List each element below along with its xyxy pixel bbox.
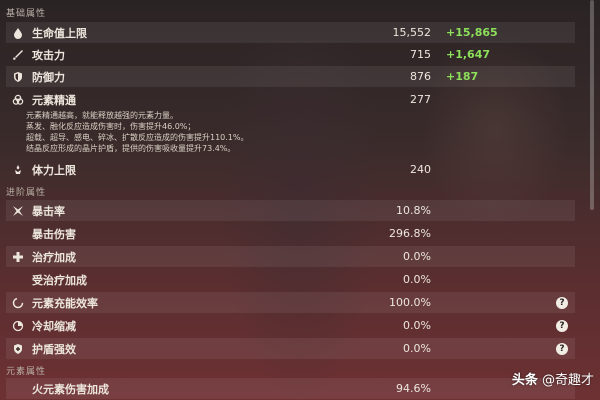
stat-value: 0.0%	[403, 319, 431, 332]
stat-row-shield: 护盾强效 0.0% ?	[6, 338, 575, 359]
stat-value: 240	[410, 163, 431, 176]
stat-label: 元素充能效率	[32, 296, 98, 310]
stamina-icon	[12, 164, 24, 176]
section-title-elemental: 元素属性	[6, 367, 47, 377]
stat-row-hp: 生命值上限 15,552 +15,865	[6, 22, 575, 43]
stat-value: 0.0%	[403, 273, 431, 286]
sword-icon	[12, 49, 24, 61]
watermark-brand: 头条	[511, 373, 538, 388]
stat-value: 0.0%	[403, 250, 431, 263]
section-title-base: 基础属性	[6, 9, 47, 19]
help-icon[interactable]: ?	[556, 319, 568, 332]
stat-value: 0.0%	[403, 342, 431, 355]
shield-plus-icon	[12, 343, 24, 355]
cooldown-icon	[12, 320, 24, 332]
stat-label: 体力上限	[32, 163, 76, 177]
stat-row-crit-rate: 暴击率 10.8%	[6, 200, 575, 221]
stat-row-def: 防御力 876 +187	[6, 66, 575, 87]
stat-bonus: +187	[446, 70, 479, 83]
section-title-advanced: 进阶属性	[6, 188, 47, 198]
stat-bonus: +1,647	[446, 48, 491, 61]
stat-value: 94.6%	[396, 382, 431, 395]
atom-icon	[12, 94, 24, 106]
stat-row-crit-dmg: 暴击伤害 296.8%	[6, 223, 575, 244]
stat-label: 生命值上限	[32, 26, 87, 40]
watermark-handle: @奇趣才	[541, 373, 594, 388]
stat-value: 876	[410, 70, 431, 83]
recharge-icon	[12, 297, 24, 309]
em-description-line: 结晶反应形成的晶片护盾，提供的伤害吸收量提升73.4%。	[26, 144, 236, 153]
stat-value: 10.8%	[396, 204, 431, 217]
stat-row-atk: 攻击力 715 +1,647	[6, 44, 575, 65]
stat-row-incoming-heal: 受治疗加成 0.0%	[6, 269, 575, 290]
em-description-line: 超载、超导、感电、碎冰、扩散反应造成的伤害提升110.1%。	[26, 133, 249, 142]
stat-row-stamina: 体力上限 240	[6, 159, 575, 180]
shield-icon	[12, 71, 24, 83]
stat-value: 277	[410, 93, 431, 106]
stat-label: 暴击伤害	[32, 227, 76, 241]
crit-icon	[12, 205, 24, 217]
stat-label: 护盾强效	[32, 342, 76, 356]
em-description-line: 元素精通越高，就能释放越强的元素力量。	[26, 111, 178, 120]
stat-value: 100.0%	[389, 296, 431, 309]
scrollbar[interactable]	[590, 0, 594, 210]
stat-bonus: +15,865	[446, 26, 498, 39]
stat-row-pyro: 火元素伤害加成 94.6%	[6, 378, 575, 399]
stat-value: 296.8%	[389, 227, 431, 240]
stat-label: 暴击率	[32, 204, 65, 218]
stat-row-er: 元素充能效率 100.0% ?	[6, 292, 575, 313]
stat-label: 攻击力	[32, 48, 65, 62]
cross-icon	[12, 251, 24, 263]
stat-value: 15,552	[392, 26, 432, 39]
help-icon[interactable]: ?	[556, 342, 568, 355]
stat-row-heal: 治疗加成 0.0%	[6, 246, 575, 267]
em-description-line: 蒸发、融化反应造成伤害时，伤害提升46.0%；	[26, 122, 196, 131]
stat-label: 火元素伤害加成	[32, 382, 109, 396]
stat-label: 受治疗加成	[32, 273, 87, 287]
stat-label: 防御力	[32, 70, 65, 84]
droplet-icon	[12, 27, 24, 39]
watermark: 头条 @奇趣才	[512, 369, 594, 388]
em-description: 元素精通越高，就能释放越强的元素力量。 蒸发、融化反应造成伤害时，伤害提升46.…	[26, 110, 406, 154]
help-icon[interactable]: ?	[556, 296, 568, 309]
stat-label: 元素精通	[32, 93, 76, 107]
stat-label: 冷却缩减	[32, 319, 76, 333]
stat-value: 715	[410, 48, 431, 61]
stat-label: 治疗加成	[32, 250, 76, 264]
stat-row-em: 元素精通 277	[6, 89, 575, 110]
stat-row-cdr: 冷却缩减 0.0% ?	[6, 315, 575, 336]
